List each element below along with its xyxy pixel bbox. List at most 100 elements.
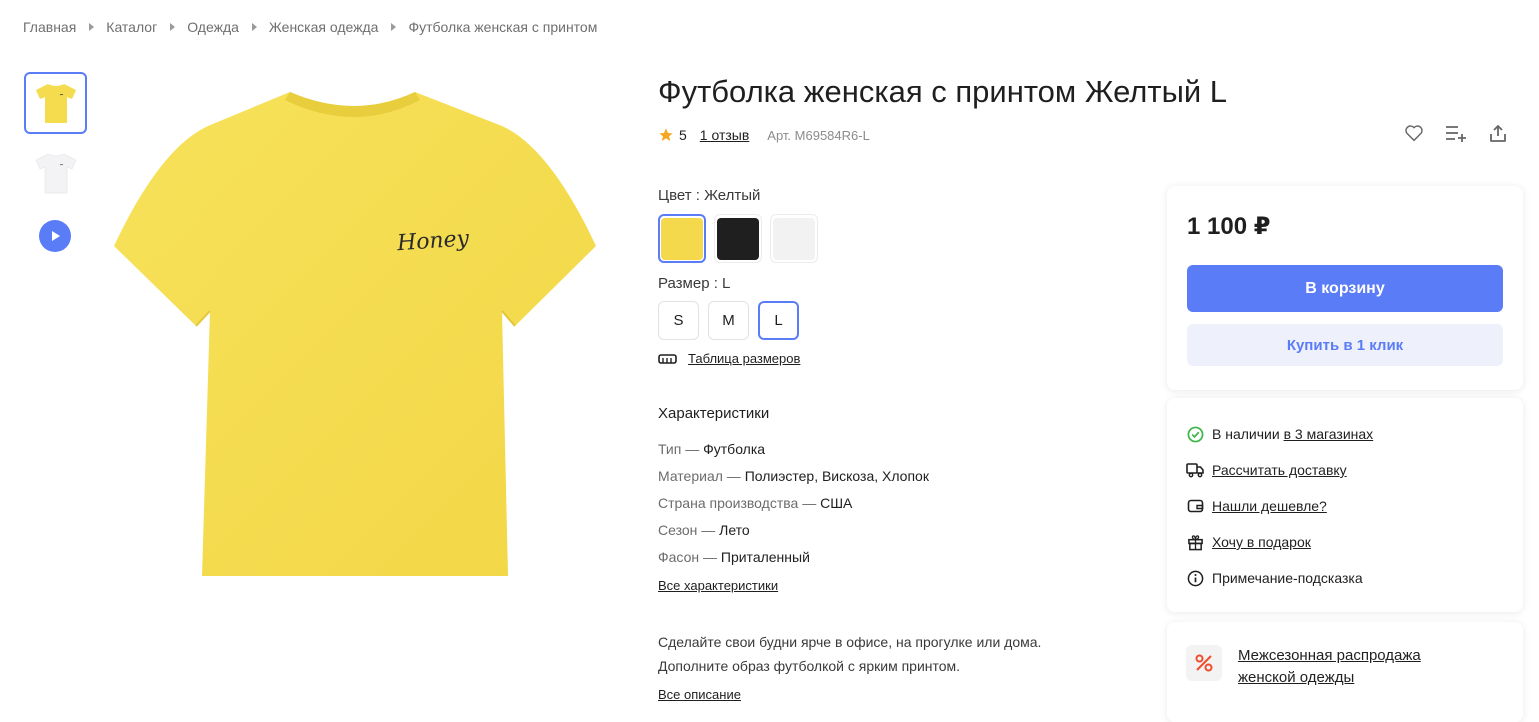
size-option-s[interactable]: S <box>658 301 699 340</box>
breadcrumb-separator-icon <box>391 23 397 31</box>
add-to-cart-button[interactable]: В корзину <box>1187 265 1503 312</box>
size-options: S M L <box>658 301 808 340</box>
check-circle-icon <box>1186 425 1204 443</box>
breadcrumb-separator-icon <box>89 23 95 31</box>
breadcrumb-separator-icon <box>251 23 257 31</box>
all-description-link[interactable]: Все описание <box>658 687 741 702</box>
characteristic-value: США <box>820 495 853 511</box>
size-table-link[interactable]: Таблица размеров <box>658 351 800 366</box>
breadcrumb-item-current[interactable]: Футболка женская с принтом <box>408 19 597 35</box>
swatch-fill <box>773 217 815 260</box>
breadcrumb: Главная Каталог Одежда Женская одежда Фу… <box>23 19 597 35</box>
characteristic-separator: — <box>722 468 745 484</box>
characteristic-key: Страна производства <box>658 495 799 511</box>
characteristic-key: Тип <box>658 441 682 457</box>
description-line: Сделайте свои будни ярче в офисе, на про… <box>658 634 1042 650</box>
product-description: Сделайте свои будни ярче в офисе, на про… <box>658 630 1098 678</box>
characteristic-key: Материал <box>658 468 723 484</box>
characteristic-value: Футболка <box>703 441 766 457</box>
wallet-icon <box>1186 497 1204 515</box>
color-label: Цвет : Желтый <box>658 187 761 204</box>
characteristic-row: Тип — Футболка <box>658 440 929 467</box>
color-swatch-yellow[interactable] <box>658 214 706 263</box>
price-value: 1 100 ₽ <box>1187 213 1271 240</box>
swatch-fill <box>717 217 759 260</box>
yellow-tshirt-image: Honey <box>114 92 596 576</box>
characteristic-row: Сезон — Лето <box>658 521 929 548</box>
swatch-fill <box>661 217 703 260</box>
characteristic-separator: — <box>697 522 720 538</box>
shirt-print-text: Honey <box>395 226 470 256</box>
rating-value: 5 <box>679 127 687 143</box>
play-icon <box>52 231 60 241</box>
product-actions <box>1403 122 1529 144</box>
characteristic-row: Фасон — Приталенный <box>658 548 929 575</box>
promo-card[interactable]: Межсезонная распродажа женской одежды <box>1167 622 1523 722</box>
all-characteristics-link[interactable]: Все характеристики <box>658 578 778 593</box>
video-play-button[interactable] <box>39 220 71 252</box>
size-table-label: Таблица размеров <box>688 351 801 366</box>
breadcrumb-item-women-clothing[interactable]: Женская одежда <box>269 19 379 35</box>
note-text: Примечание-подсказка <box>1212 570 1363 586</box>
ruler-icon <box>658 353 677 364</box>
compare-button[interactable] <box>1445 122 1467 144</box>
star-icon <box>659 128 673 141</box>
characteristics-title: Характеристики <box>658 405 770 422</box>
note-row: Примечание-подсказка <box>1186 569 1363 587</box>
product-meta: 5 1 отзыв Арт. M69584R6-L <box>658 127 870 143</box>
characteristic-row: Материал — Полиэстер, Вискоза, Хлопок <box>658 467 929 494</box>
found-cheaper-link: Нашли дешевле? <box>1212 498 1327 514</box>
characteristic-separator: — <box>681 441 704 457</box>
info-icon <box>1186 569 1204 587</box>
size-option-m[interactable]: M <box>708 301 749 340</box>
delivery-row[interactable]: Рассчитать доставку <box>1186 461 1347 479</box>
promo-link: Межсезонная распродажа женской одежды <box>1238 647 1421 686</box>
article-number: Арт. M69584R6-L <box>767 127 870 143</box>
buy-one-click-button[interactable]: Купить в 1 клик <box>1187 324 1503 366</box>
gallery-thumbnails <box>24 72 87 252</box>
main-product-image[interactable]: Honey <box>110 86 600 582</box>
description-line: Дополните образ футболкой с ярким принто… <box>658 658 961 674</box>
yellow-tshirt-thumb-icon <box>35 84 76 123</box>
page-title: Футболка женская с принтом Желтый L <box>658 74 1228 109</box>
delivery-link: Рассчитать доставку <box>1212 462 1347 478</box>
size-label: Размер : L <box>658 275 731 292</box>
percent-icon <box>1186 645 1222 681</box>
cheaper-row[interactable]: Нашли дешевле? <box>1186 497 1327 515</box>
characteristic-row: Страна производства — США <box>658 494 929 521</box>
reviews-link[interactable]: 1 отзыв <box>700 127 750 143</box>
characteristic-separator: — <box>699 549 721 565</box>
heart-icon <box>1405 125 1423 142</box>
gift-link: Хочу в подарок <box>1212 534 1311 550</box>
stock-prefix: В наличии <box>1212 426 1280 442</box>
color-swatch-white[interactable] <box>770 214 818 263</box>
stock-row: В наличии в 3 магазинах <box>1186 425 1373 443</box>
thumbnail-white[interactable] <box>24 142 87 204</box>
size-option-l[interactable]: L <box>758 301 799 340</box>
breadcrumb-separator-icon <box>170 23 176 31</box>
thumbnail-yellow[interactable] <box>24 72 87 134</box>
characteristic-value: Полиэстер, Вискоза, Хлопок <box>744 468 929 484</box>
characteristic-separator: — <box>798 495 821 511</box>
price-card: 1 100 ₽ В корзину Купить в 1 клик <box>1167 186 1523 390</box>
color-swatches <box>658 214 826 263</box>
characteristic-value: Приталенный <box>720 549 810 565</box>
gift-icon <box>1186 533 1204 551</box>
share-icon <box>1490 124 1506 142</box>
favorite-button[interactable] <box>1403 122 1425 144</box>
breadcrumb-item-clothing[interactable]: Одежда <box>187 19 239 35</box>
characteristics-list: Тип — Футболка Материал — Полиэстер, Вис… <box>658 440 929 575</box>
availability-card: В наличии в 3 магазинах Рассчитать доста… <box>1167 398 1523 612</box>
share-button[interactable] <box>1487 122 1509 144</box>
add-to-list-icon <box>1446 126 1466 142</box>
characteristic-key: Сезон <box>658 522 698 538</box>
characteristic-key: Фасон <box>658 549 700 565</box>
breadcrumb-item-catalog[interactable]: Каталог <box>106 19 157 35</box>
breadcrumb-item-home[interactable]: Главная <box>23 19 76 35</box>
stores-link[interactable]: в 3 магазинах <box>1284 426 1374 442</box>
characteristic-value: Лето <box>719 522 750 538</box>
white-tshirt-thumb-icon <box>35 153 76 194</box>
truck-icon <box>1186 461 1204 479</box>
gift-row[interactable]: Хочу в подарок <box>1186 533 1311 551</box>
color-swatch-black[interactable] <box>714 214 762 263</box>
